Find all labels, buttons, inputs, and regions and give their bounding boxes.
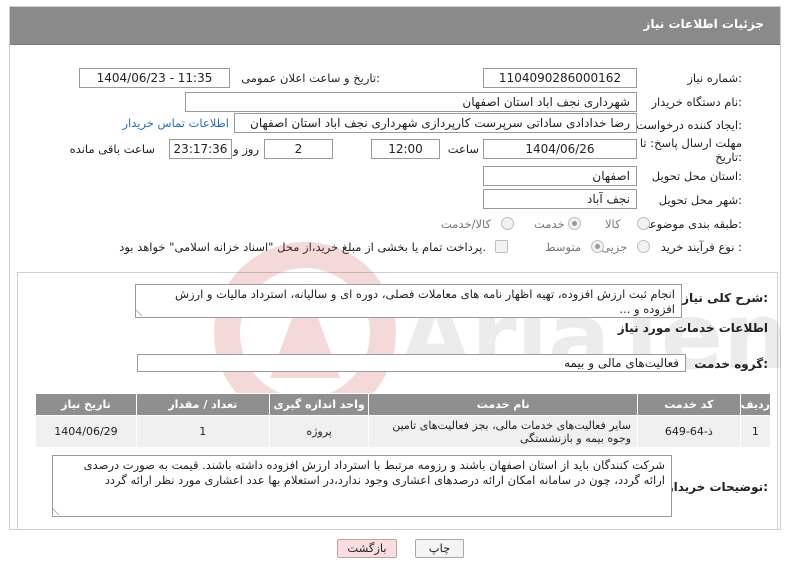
resize-grip-icon[interactable]	[53, 508, 66, 515]
col-quantity: تعداد / مقدار	[135, 393, 270, 416]
city-label: شهر محل تحویل:	[658, 193, 742, 207]
deadline-time-field: 12:00	[371, 139, 440, 159]
panel-header: جزئیات اطلاعات نیاز	[10, 7, 780, 45]
treasury-text: پرداخت تمام یا بخشی از مبلغ خرید،از محل …	[119, 240, 486, 254]
summary-label: شرح کلی نیاز:	[682, 291, 768, 305]
col-row-number: ردیف	[739, 393, 772, 416]
buyer-contact-link[interactable]: اطلاعات تماس خریدار	[122, 116, 229, 130]
back-button[interactable]: بازگشت	[337, 539, 397, 558]
cell-service-code: ذ-64-649	[636, 415, 741, 448]
days-remaining-field: 2	[264, 139, 333, 159]
table-row: 1 ذ-64-649 سایر فعالیت‌های خدمات مالی، ب…	[35, 415, 772, 448]
buyer-org-field: شهرداری نجف اباد استان اصفهان	[185, 92, 637, 112]
cell-service-name: سایر فعالیت‌های خدمات مالی، بجز فعالیت‌ه…	[368, 415, 638, 448]
process-radio-medium[interactable]	[591, 240, 604, 253]
process-label: نوع فرآیند خرید :	[660, 240, 742, 254]
deadline-date-label: تاریخ:	[715, 150, 742, 164]
category-label: طبقه بندی موضوعی:	[640, 217, 742, 231]
process-radio-minor[interactable]	[637, 240, 650, 253]
remaining-time-label: ساعت باقی مانده	[69, 142, 155, 156]
category-option-goods: کالا	[605, 217, 621, 231]
category-radio-service[interactable]	[568, 217, 581, 230]
category-option-goods-service: کالا/خدمت	[441, 217, 492, 231]
col-service-name: نام خدمت	[368, 393, 638, 416]
category-radio-goods-service[interactable]	[501, 217, 514, 230]
remaining-time-field: 23:17:36	[169, 139, 232, 159]
service-group-field: فعالیت‌های مالی و بیمه	[137, 354, 686, 372]
process-option-minor: جزیی	[601, 240, 628, 254]
province-field: اصفهان	[483, 166, 637, 186]
creator-field: رضا خدادادی ساداتی سرپرست کارپردازی شهرد…	[234, 113, 637, 133]
cell-row-number: 1	[739, 415, 772, 448]
print-button[interactable]: چاپ	[415, 539, 464, 558]
treasury-checkbox[interactable]	[495, 240, 508, 253]
buyer-org-label: نام دستگاه خریدار:	[651, 95, 742, 109]
need-number-field: 1104090286000162	[483, 68, 637, 88]
page: جزئیات اطلاعات نیاز شماره نیاز: 11040902…	[0, 0, 788, 574]
table-header-row: ردیف کد خدمت نام خدمت واحد اندازه گیری ت…	[35, 393, 772, 416]
services-table: ردیف کد خدمت نام خدمت واحد اندازه گیری ت…	[35, 393, 772, 448]
buyer-notes-text: شرکت کنندگان باید از استان اصفهان باشند …	[83, 458, 665, 487]
panel-title: جزئیات اطلاعات نیاز	[643, 17, 764, 31]
category-option-service: خدمت	[534, 217, 565, 231]
service-group-label: گروه خدمت:	[694, 357, 768, 371]
col-service-code: کد خدمت	[636, 393, 741, 416]
buyer-notes-textarea[interactable]: شرکت کنندگان باید از استان اصفهان باشند …	[52, 455, 672, 517]
col-need-date: تاریخ نیاز	[35, 393, 137, 416]
process-option-medium: متوسط	[545, 240, 582, 254]
cell-unit: پروژه	[268, 415, 370, 448]
creator-label: ایجاد کننده درخواست:	[636, 118, 742, 132]
buyer-notes-label: توضیحات خریدار:	[666, 480, 768, 494]
announce-date-label: تاریخ و ساعت اعلان عمومی:	[241, 71, 380, 85]
announce-date-field: 1404/06/23 - 11:35	[79, 68, 230, 88]
deadline-time-label: ساعت	[447, 142, 479, 156]
services-section-title: اطلاعات خدمات مورد نیاز	[617, 321, 768, 335]
days-label: روز و	[233, 142, 259, 156]
deadline-date-field: 1404/06/26	[483, 139, 637, 159]
category-radio-goods[interactable]	[637, 217, 650, 230]
col-unit: واحد اندازه گیری	[268, 393, 370, 416]
city-field: نجف آباد	[483, 189, 637, 209]
deadline-label: مهلت ارسال پاسخ: تا	[639, 136, 742, 150]
summary-text: انجام ثبت ارزش افزوده، تهیه اظهار نامه ه…	[174, 287, 675, 316]
resize-grip-icon[interactable]	[136, 309, 149, 316]
need-number-label: شماره نیاز:	[687, 71, 742, 85]
province-label: استان محل تحویل:	[651, 169, 742, 183]
cell-quantity: 1	[135, 415, 270, 448]
summary-textarea[interactable]: انجام ثبت ارزش افزوده، تهیه اظهار نامه ه…	[135, 284, 682, 318]
cell-need-date: 1404/06/29	[35, 415, 137, 448]
